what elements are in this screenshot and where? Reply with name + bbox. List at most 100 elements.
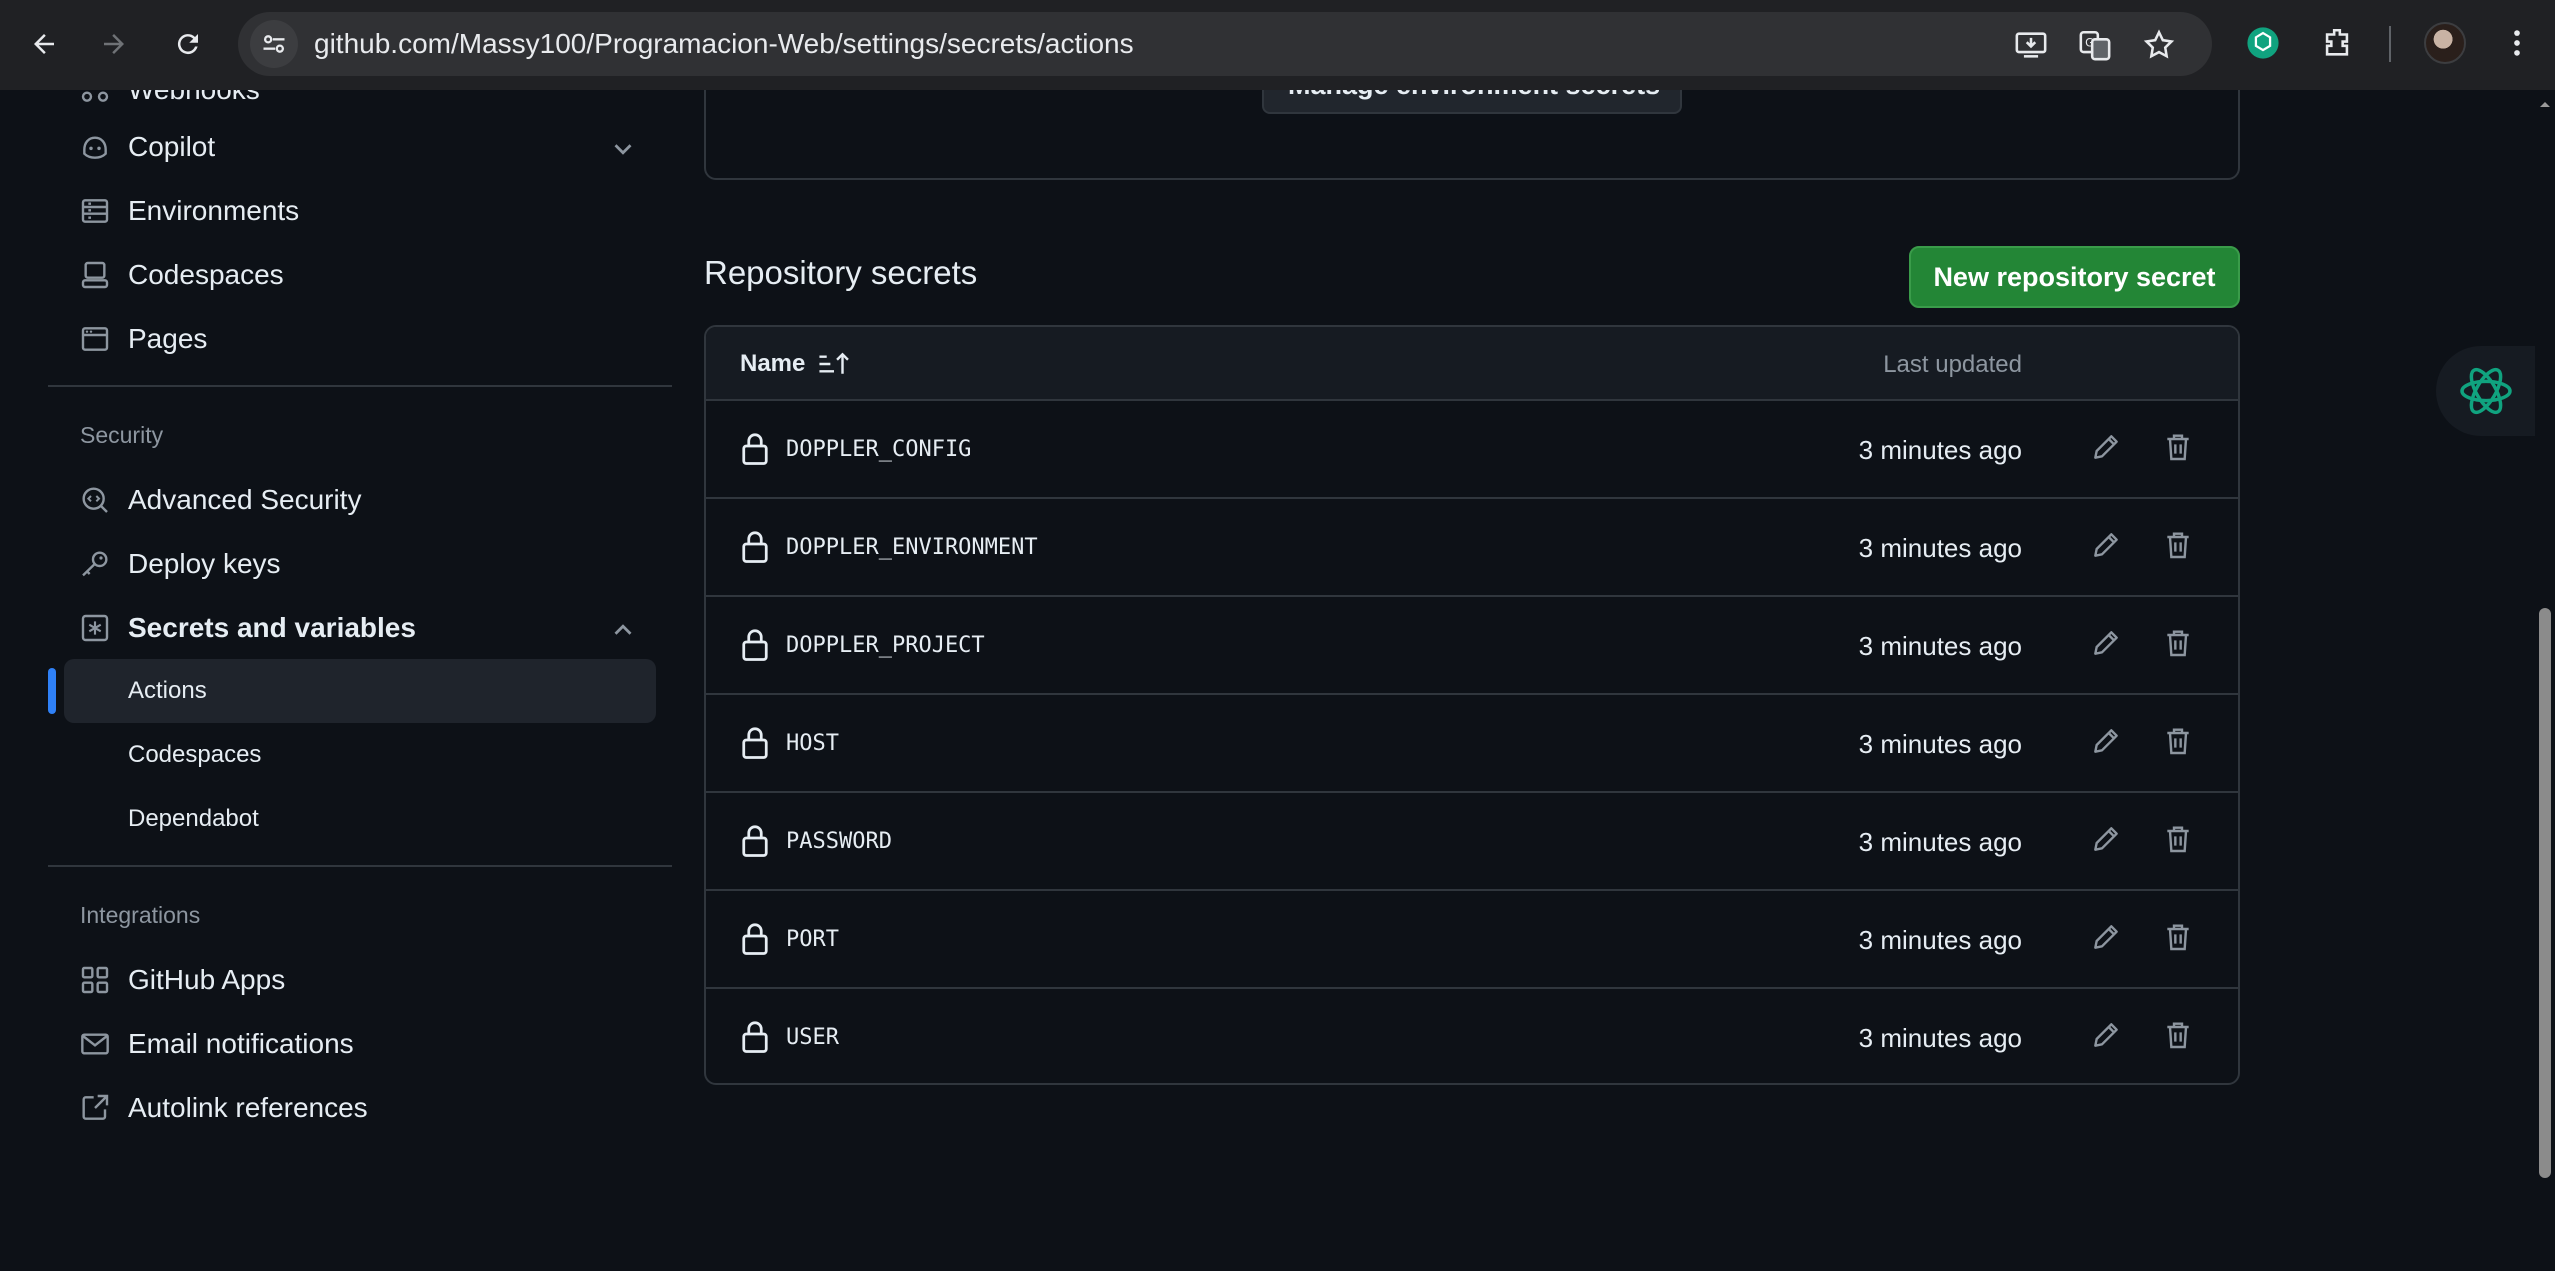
edit-secret-button[interactable] (2086, 723, 2126, 763)
page-scrollbar-thumb[interactable] (2539, 608, 2551, 1178)
delete-secret-button[interactable] (2158, 527, 2198, 567)
secret-icon (78, 611, 112, 645)
sidebar-item-label: Secrets and variables (128, 612, 416, 643)
chatgpt-extension-button[interactable] (2242, 22, 2284, 64)
pencil-icon (2090, 529, 2122, 566)
last-updated: 3 minutes ago (1858, 729, 2022, 759)
sidebar-subitem-actions[interactable]: Actions (128, 671, 207, 711)
sidebar-item-codespaces[interactable]: Codespaces (78, 247, 284, 303)
environments-icon (78, 194, 112, 228)
mail-icon (78, 1027, 112, 1061)
link-icon (78, 1091, 112, 1125)
site-info-icon (263, 35, 285, 53)
install-icon[interactable] (2014, 28, 2048, 62)
table-row: DOPPLER_CONFIG 3 minutes ago (706, 401, 2238, 499)
chatgpt-icon (2247, 27, 2279, 59)
sidebar-item-github-apps[interactable]: GitHub Apps (78, 952, 285, 1008)
lock-icon (740, 725, 770, 759)
sidebar-item-copilot[interactable]: Copilot (78, 119, 215, 175)
star-icon[interactable] (2142, 28, 2176, 62)
sidebar-item-environments[interactable]: Environments (78, 183, 299, 239)
address-bar[interactable]: github.com/Massy100/Programacion-Web/set… (238, 12, 2212, 76)
back-icon (34, 34, 54, 54)
table-row: DOPPLER_ENVIRONMENT 3 minutes ago (706, 499, 2238, 597)
trash-icon (2162, 627, 2194, 664)
trash-icon (2162, 431, 2194, 468)
delete-secret-button[interactable] (2158, 429, 2198, 469)
trash-icon (2162, 823, 2194, 860)
table-row: HOST 3 minutes ago (706, 695, 2238, 793)
sidebar-item-deploy-keys[interactable]: Deploy keys (78, 536, 281, 592)
sidebar-subitem-dependabot[interactable]: Dependabot (128, 799, 259, 839)
extensions-icon (2325, 28, 2349, 56)
svg-text:G: G (2085, 35, 2094, 49)
last-updated: 3 minutes ago (1858, 631, 2022, 661)
sidebar-item-label: GitHub Apps (128, 964, 286, 995)
edit-secret-button[interactable] (2086, 527, 2126, 567)
translate-icon[interactable]: G (2078, 28, 2112, 62)
sidebar-active-indicator (48, 668, 56, 714)
last-updated: 3 minutes ago (1858, 533, 2022, 563)
sidebar-item-secrets-and-variables[interactable]: Secrets and variables (78, 600, 416, 656)
sidebar-item-email-notifications[interactable]: Email notifications (78, 1016, 354, 1072)
pencil-icon (2090, 823, 2122, 860)
pencil-icon (2090, 1019, 2122, 1056)
sidebar-item-label: Email notifications (128, 1028, 354, 1059)
lock-icon (740, 431, 770, 465)
last-updated: 3 minutes ago (1858, 827, 2022, 857)
codespaces-icon (78, 258, 112, 292)
sort-icon[interactable] (817, 349, 851, 379)
last-updated: 3 minutes ago (1858, 435, 2022, 465)
new-repository-secret-button[interactable]: New repository secret (1909, 246, 2240, 308)
table-row: USER 3 minutes ago (706, 989, 2238, 1083)
delete-secret-button[interactable] (2158, 723, 2198, 763)
name-column-header[interactable]: Name (740, 349, 851, 379)
lock-icon (740, 627, 770, 661)
toolbar-separator (2389, 26, 2391, 62)
sidebar-item-label: Copilot (128, 131, 216, 162)
scroll-up-arrow-icon[interactable] (2537, 96, 2553, 112)
sidebar-item-label: Autolink references (128, 1092, 368, 1123)
table-header: Name Last updated (706, 327, 2238, 401)
sidebar-item-label: Codespaces (128, 259, 284, 290)
chevron-up-icon[interactable] (608, 615, 638, 645)
table-row: DOPPLER_PROJECT 3 minutes ago (706, 597, 2238, 695)
back-button[interactable] (20, 20, 68, 68)
delete-secret-button[interactable] (2158, 919, 2198, 959)
delete-secret-button[interactable] (2158, 625, 2198, 665)
lock-icon (740, 529, 770, 563)
pencil-icon (2090, 627, 2122, 664)
trash-icon (2162, 529, 2194, 566)
edit-secret-button[interactable] (2086, 919, 2126, 959)
site-info-button[interactable] (250, 20, 298, 68)
sidebar-subitem-codespaces[interactable]: Codespaces (128, 735, 261, 775)
delete-secret-button[interactable] (2158, 821, 2198, 861)
trash-icon (2162, 1019, 2194, 1056)
sidebar-item-pages[interactable]: Pages (78, 311, 207, 367)
reload-button[interactable] (164, 20, 212, 68)
floating-assistant-button[interactable] (2436, 346, 2536, 436)
edit-secret-button[interactable] (2086, 625, 2126, 665)
extensions-button[interactable] (2316, 22, 2358, 64)
sidebar-item-advanced-security[interactable]: Advanced Security (78, 472, 361, 528)
chevron-down-icon[interactable] (608, 134, 638, 164)
copilot-icon (78, 130, 112, 164)
secret-name: USER (786, 1025, 839, 1050)
sidebar-item-label: Environments (128, 195, 300, 226)
browser-menu-button[interactable] (2496, 22, 2538, 64)
forward-button[interactable] (90, 20, 138, 68)
edit-secret-button[interactable] (2086, 1017, 2126, 1057)
chatgpt-icon (2460, 367, 2512, 415)
delete-secret-button[interactable] (2158, 1017, 2198, 1057)
url-text[interactable]: github.com/Massy100/Programacion-Web/set… (314, 12, 1134, 76)
profile-avatar[interactable] (2424, 22, 2466, 64)
secret-name: DOPPLER_CONFIG (786, 437, 972, 462)
edit-secret-button[interactable] (2086, 429, 2126, 469)
sidebar-divider (48, 385, 672, 387)
last-updated-column-header: Last updated (1883, 351, 2022, 378)
sidebar-item-autolink-references[interactable]: Autolink references (78, 1080, 368, 1136)
trash-icon (2162, 725, 2194, 762)
edit-secret-button[interactable] (2086, 821, 2126, 861)
sidebar-item-label: Advanced Security (128, 484, 362, 515)
secret-name: DOPPLER_PROJECT (786, 633, 985, 658)
